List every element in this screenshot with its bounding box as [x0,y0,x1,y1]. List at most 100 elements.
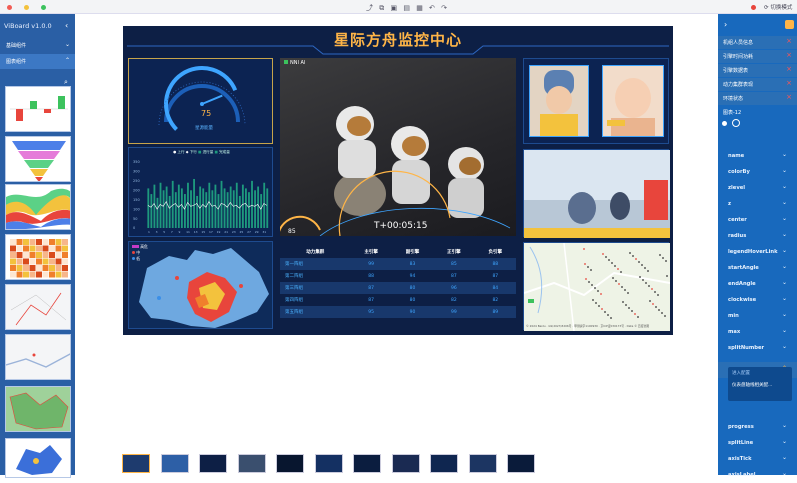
video-panel[interactable]: NNI AI T+00:05:15 85 [277,58,516,237]
gauge-value: 75 [201,109,212,118]
map-marker [610,317,612,319]
chevron-down-icon: ⌄ [781,167,787,174]
column-header: 正引擎 [447,249,461,255]
tab-crew-info[interactable]: 机组人员信息 × [718,36,797,49]
thumb-bar-chart[interactable] [5,86,71,132]
minimize-dot[interactable] [24,5,29,10]
cell: 94 [409,273,416,279]
page-thumbnail[interactable] [391,454,420,473]
collapse-left-icon[interactable]: ‹ [65,21,68,30]
thumb-heatmap[interactable] [5,234,71,280]
heat-cell [62,265,68,271]
radio-dot[interactable] [722,121,727,126]
tab-environment[interactable]: 环境状态 × [718,92,797,105]
prop-axistick[interactable]: axisTick ⌄ [718,451,797,467]
crew-photo-1[interactable] [529,65,589,137]
heat-cell [36,245,42,252]
prop-label: name [728,153,745,159]
map-marker [664,315,666,317]
collapse-right-icon[interactable]: › [724,20,727,29]
column-header: 动力集群 [306,249,325,255]
save-as-icon[interactable]: ▤ [403,4,412,12]
mode-switch-button[interactable]: ⟳ 切换模式 [764,3,792,11]
copy-icon[interactable]: ⧉ [379,4,386,12]
prop-radius[interactable]: radius ⌄ [718,228,797,244]
cell: 90 [391,306,434,318]
page-thumbnail[interactable] [353,454,381,473]
thumb-map-4[interactable] [5,438,71,478]
page-thumbnail[interactable] [468,454,497,473]
close-icon[interactable]: × [786,79,792,87]
tab-engine-power[interactable]: 引擎时间功耗 × [718,50,797,63]
section-basic-components[interactable]: 基础组件 ⌄ [0,38,75,53]
environment-photo[interactable] [523,149,670,238]
section-chart-components[interactable]: 图表组件 ⌃ [0,54,75,69]
bar [174,192,177,228]
prop-min[interactable]: min ⌄ [718,308,797,324]
page-thumbnail[interactable] [237,454,266,473]
page-thumbnail[interactable] [430,454,458,473]
cell: 第五阵组 [280,306,351,318]
bar [208,182,211,228]
prop-axislabel[interactable]: axisLabel ⌄ [718,467,797,483]
bar [257,186,260,228]
undo-icon[interactable]: ↶ [429,4,437,12]
cell: 89 [474,306,516,318]
prop-splitnumber[interactable]: splitNumber ⌄ [718,340,797,356]
heat-map [139,248,269,328]
heat-cell [10,258,16,265]
prop-legendhoverlink[interactable]: legendHoverLink ⌄ [718,244,797,260]
preview-icon[interactable]: ▦ [416,4,425,12]
thumb-funnel-chart[interactable] [5,136,71,182]
close-icon[interactable]: × [786,65,792,73]
close-icon[interactable]: × [786,37,792,45]
bar [147,188,150,228]
prop-zlevel[interactable]: zlevel ⌄ [718,180,797,196]
prop-splitline[interactable]: splitLine ⌄ [718,435,797,451]
column-header: 负引擎 [488,249,503,255]
prop-max[interactable]: max ⌄ [718,324,797,340]
maximize-dot[interactable] [41,5,46,10]
street-map-panel[interactable]: © 2024 Baidu · GS(2023)3206号 · 甲测资字11009… [523,242,671,332]
thumb-map-2[interactable] [5,334,71,380]
page-thumbnail[interactable] [314,454,343,473]
prop-progress[interactable]: progress ⌄ [718,419,797,435]
tab-engine-table[interactable]: 引擎数据表 × [718,64,797,77]
prop-name[interactable]: name ⌄ [718,148,797,164]
prop-colorby[interactable]: colorBy ⌄ [718,164,797,180]
page-thumbnail[interactable] [122,454,150,473]
save-icon[interactable]: ▣ [390,4,399,12]
tab-cluster-performance[interactable]: 动力集群表现 × [718,78,797,91]
close-icon[interactable]: × [786,93,792,101]
map-marker [614,265,616,267]
thumb-map[interactable] [5,284,71,330]
redo-icon[interactable]: ↷ [441,4,449,12]
page-thumbnail[interactable] [507,454,535,473]
prop-z[interactable]: z ⌄ [718,196,797,212]
prop-center[interactable]: center ⌄ [718,212,797,228]
map-marker [622,301,624,303]
thumb-stream-chart[interactable] [5,184,71,230]
heat-cell [49,258,55,265]
prop-endangle[interactable]: endAngle ⌄ [718,276,797,292]
prop-startangle[interactable]: startAngle ⌄ [718,260,797,276]
close-icon[interactable]: × [786,51,792,59]
close-dot[interactable] [7,5,12,10]
gauge-panel[interactable]: 75 星源能量 [128,58,273,144]
page-thumbnail[interactable] [276,454,304,473]
chevron-down-icon: ⌄ [781,311,787,318]
page-thumbnail[interactable] [199,454,227,473]
bar [184,194,186,228]
bar [156,197,159,228]
export-icon[interactable]: ⤴ [366,4,375,12]
map-marker [652,303,654,305]
y-tick-label: 50 [133,217,137,221]
crew-photo-2[interactable] [602,65,664,137]
prop-clockwise[interactable]: clockwise ⌄ [718,292,797,308]
x-tick-label: 15 [201,230,205,234]
thumb-map-3[interactable] [5,386,71,432]
radio-selected[interactable] [732,119,740,127]
chart-id-label: 图表-12 [723,110,742,116]
page-thumbnail[interactable] [160,454,189,473]
popup-title[interactable]: 进入配置 [732,370,788,376]
